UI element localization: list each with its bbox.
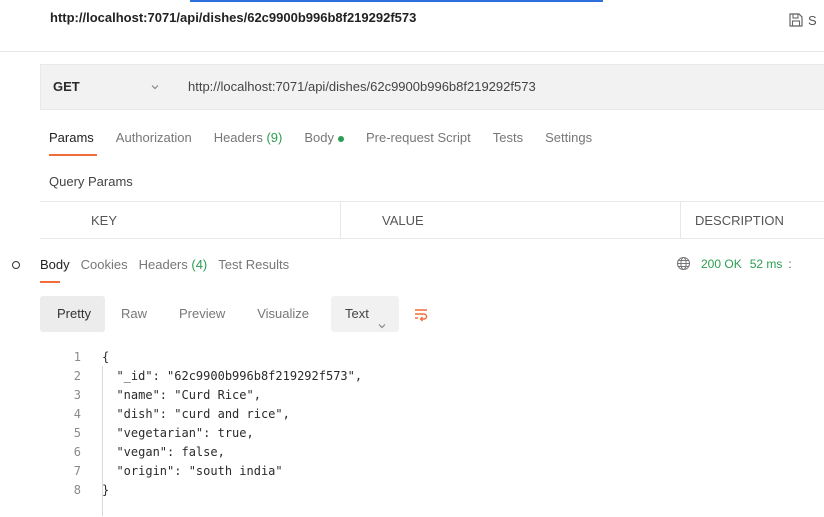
url-input[interactable]: http://localhost:7071/api/dishes/62c9900… — [188, 79, 536, 94]
column-header-description: DESCRIPTION — [695, 213, 784, 228]
column-header-value: VALUE — [382, 213, 424, 228]
save-label: S — [808, 12, 817, 28]
code-text: { — [102, 350, 110, 364]
code-text: "vegan": false, — [102, 445, 225, 459]
request-title-bar: http://localhost:7071/api/dishes/62c9900… — [0, 2, 824, 52]
request-tabs: Params Authorization Headers (9) Body Pr… — [49, 130, 614, 160]
column-divider — [340, 202, 341, 238]
view-pretty-button[interactable]: Pretty — [40, 296, 105, 332]
response-tab-test-results[interactable]: Test Results — [218, 257, 289, 272]
body-indicator-dot — [337, 135, 344, 142]
chevron-down-icon[interactable] — [149, 80, 161, 92]
response-time[interactable]: 52 ms — [750, 257, 783, 271]
response-headers-count: (4) — [191, 257, 208, 272]
code-text: "vegetarian": true, — [102, 426, 254, 440]
code-text: "name": "Curd Rice", — [102, 388, 261, 402]
line-number: 6 — [73, 445, 81, 459]
line-number: 4 — [73, 407, 81, 421]
request-bar: GET http://localhost:7071/api/dishes/62c… — [40, 64, 824, 110]
tab-params[interactable]: Params — [49, 130, 97, 160]
code-line: 1{ — [55, 348, 362, 367]
response-tab-body[interactable]: Body — [40, 257, 70, 283]
view-preview-button[interactable]: Preview — [163, 296, 241, 332]
response-body-code[interactable]: 1{ 2 "_id": "62c9900b996b8f219292f573", … — [55, 348, 362, 500]
line-number: 5 — [73, 426, 81, 440]
tab-body[interactable]: Body — [304, 130, 344, 160]
headers-count: (9) — [266, 130, 283, 145]
code-line: 5 "vegetarian": true, — [55, 424, 362, 443]
tab-settings[interactable]: Settings — [545, 130, 592, 160]
code-line: 4 "dish": "curd and rice", — [55, 405, 362, 424]
line-number: 3 — [73, 388, 81, 402]
chevron-down-icon — [377, 309, 387, 329]
view-visualize-button[interactable]: Visualize — [241, 296, 325, 332]
globe-icon[interactable] — [676, 256, 691, 271]
response-view-bar: Pretty Raw Preview Visualize Text — [40, 296, 429, 332]
response-tabs: Body Cookies Headers (4) Test Results — [40, 257, 300, 283]
tab-tests[interactable]: Tests — [493, 130, 523, 160]
code-line: 3 "name": "Curd Rice", — [55, 386, 362, 405]
line-number: 1 — [73, 350, 81, 364]
response-tab-headers[interactable]: Headers (4) — [139, 257, 208, 272]
query-params-label: Query Params — [49, 174, 133, 189]
code-line: 7 "origin": "south india" — [55, 462, 362, 481]
code-text: } — [102, 483, 110, 497]
code-text: "_id": "62c9900b996b8f219292f573", — [102, 369, 363, 383]
line-number: 7 — [73, 464, 81, 478]
more-menu[interactable]: : — [788, 257, 791, 271]
line-number: 8 — [73, 483, 81, 497]
query-params-table: KEY VALUE DESCRIPTION — [40, 201, 824, 239]
code-text: "dish": "curd and rice", — [102, 407, 290, 421]
response-tab-cookies[interactable]: Cookies — [81, 257, 128, 272]
tab-headers[interactable]: Headers (9) — [214, 130, 283, 160]
tab-pre-request-script[interactable]: Pre-request Script — [366, 130, 471, 160]
list-bullet — [12, 261, 20, 269]
code-line: 6 "vegan": false, — [55, 443, 362, 462]
request-title[interactable]: http://localhost:7071/api/dishes/62c9900… — [50, 10, 416, 25]
code-line: 2 "_id": "62c9900b996b8f219292f573", — [55, 367, 362, 386]
code-line: 8} — [55, 481, 362, 500]
wrap-lines-icon[interactable] — [413, 306, 429, 322]
column-header-key: KEY — [91, 213, 118, 228]
save-icon — [788, 12, 804, 28]
format-label: Text — [345, 306, 369, 321]
save-button[interactable]: S — [788, 12, 817, 28]
view-raw-button[interactable]: Raw — [105, 296, 163, 332]
line-number: 2 — [73, 369, 81, 383]
code-text: "origin": "south india" — [102, 464, 283, 478]
format-select[interactable]: Text — [331, 296, 399, 332]
column-divider — [680, 202, 681, 238]
method-select[interactable]: GET — [53, 79, 80, 94]
status-code[interactable]: 200 OK — [701, 257, 742, 271]
response-status: 200 OK 52 ms : — [676, 256, 792, 271]
tab-authorization[interactable]: Authorization — [116, 130, 192, 160]
